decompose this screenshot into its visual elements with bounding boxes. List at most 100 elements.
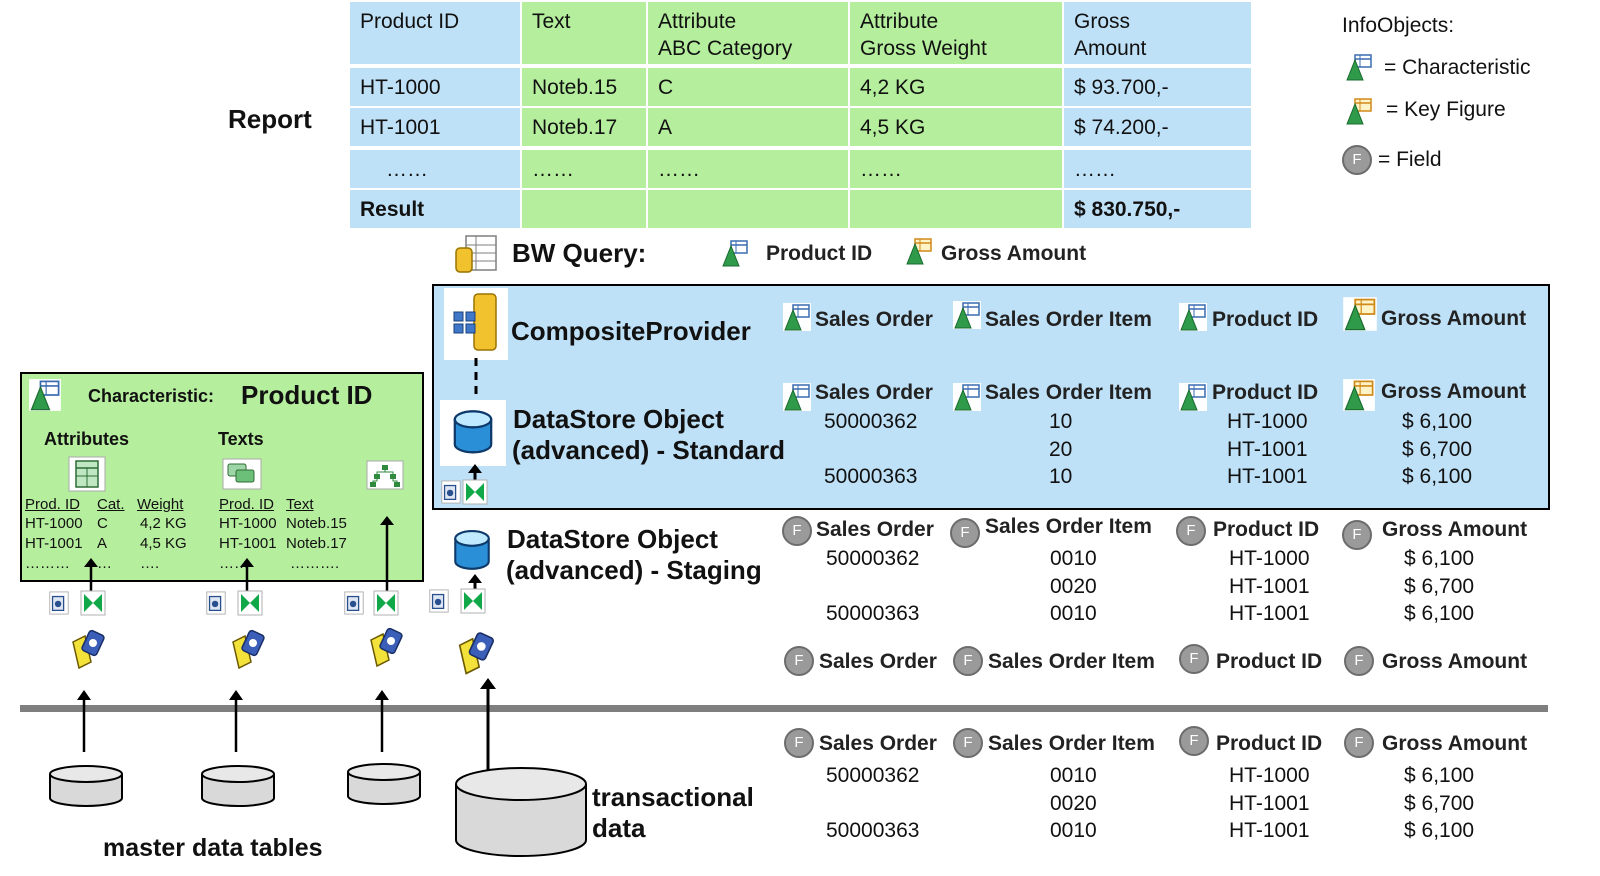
field-icon: F xyxy=(782,516,812,546)
arrow-up xyxy=(84,558,98,592)
field-icon: F xyxy=(1179,644,1209,674)
dso-staging-label-2: (advanced) - Staging xyxy=(506,555,762,585)
report-cell: $ 93.700,- xyxy=(1064,68,1251,106)
attr-header: Cat. xyxy=(97,496,125,513)
dtp-icon xyxy=(440,480,462,504)
datasource-icon xyxy=(452,628,502,680)
characteristic-icon xyxy=(1178,302,1208,332)
characteristic-icon xyxy=(28,378,62,412)
dso-staging-cell: 0020 xyxy=(1050,575,1097,598)
dso-staging-icon xyxy=(454,530,490,570)
transformation-icon xyxy=(460,588,486,614)
dso-staging-cell: HT-1001 xyxy=(1229,575,1310,598)
legend-title: InfoObjects: xyxy=(1342,14,1455,37)
attr-cell: 4,5 KG xyxy=(140,535,187,552)
report-cell: Noteb.15 xyxy=(522,68,646,106)
key-figure-icon xyxy=(1342,296,1378,332)
key-figure-icon xyxy=(1342,378,1376,412)
query-icon xyxy=(455,235,497,273)
composite-label: CompositeProvider xyxy=(511,316,751,346)
source-field: Sales Order xyxy=(819,650,937,673)
dso-standard-label-1: DataStore Object xyxy=(513,404,724,434)
text-header: Text xyxy=(286,496,314,513)
report-cell xyxy=(850,190,1062,228)
text-cell: ………. xyxy=(290,555,340,572)
dso-staging-label-1: DataStore Object xyxy=(507,524,718,554)
characteristic-icon xyxy=(782,382,812,412)
report-cell: HT-1000 xyxy=(350,68,520,106)
dso-standard-cell: 50000362 xyxy=(824,410,918,433)
characteristic-name: Product ID xyxy=(241,380,373,410)
dso-standard-field: Gross Amount xyxy=(1381,380,1527,403)
attr-header: Weight xyxy=(137,496,184,513)
transactional-cell: 0010 xyxy=(1050,764,1097,787)
text-cell: Noteb.17 xyxy=(286,535,347,552)
report-cell: 4,2 KG xyxy=(850,68,1062,106)
texts-label: Texts xyxy=(218,429,264,449)
characteristic-icon xyxy=(720,238,750,268)
attr-header: Prod. ID xyxy=(25,496,81,513)
transactional-cell: 50000363 xyxy=(826,819,920,842)
legend-field: = Field xyxy=(1378,148,1442,171)
field-icon: F xyxy=(1342,145,1372,175)
transactional-cell: HT-1000 xyxy=(1229,764,1310,787)
transactional-cell: HT-1001 xyxy=(1229,792,1310,815)
dtp-icon xyxy=(48,591,70,615)
report-header-amount: Gross Amount xyxy=(1064,2,1251,64)
report-cell xyxy=(648,190,848,228)
text-cell: HT-1000 xyxy=(219,515,277,532)
report-result-label: Result xyxy=(350,190,520,228)
field-icon: F xyxy=(784,728,814,758)
report-cell: …… xyxy=(350,150,520,188)
transactional-cell: $ 6,100 xyxy=(1404,764,1475,787)
transformation-icon xyxy=(237,590,263,616)
source-field: Product ID xyxy=(1216,650,1323,673)
composite-field: Product ID xyxy=(1212,308,1319,331)
report-cell: …… xyxy=(648,150,848,188)
hierarchy-icon xyxy=(366,460,404,490)
datasource-icon xyxy=(226,626,272,674)
report-cell: …… xyxy=(850,150,1062,188)
key-figure-icon xyxy=(1344,96,1374,126)
arrow-up xyxy=(480,678,496,770)
text-cell: HT-1001 xyxy=(219,535,277,552)
source-field: Sales Order Item xyxy=(988,650,1155,673)
transactional-cell: HT-1001 xyxy=(1229,819,1310,842)
texts-icon xyxy=(222,458,262,490)
transactional-field: Product ID xyxy=(1216,732,1323,755)
dso-standard-cell: HT-1001 xyxy=(1227,465,1308,488)
field-icon: F xyxy=(1342,520,1372,550)
report-cell: …… xyxy=(1064,150,1251,188)
dso-staging-cell: 0010 xyxy=(1050,547,1097,570)
dso-standard-cell: $ 6,100 xyxy=(1402,465,1473,488)
report-header-text: Text xyxy=(522,2,646,64)
dso-standard-field: Product ID xyxy=(1212,381,1319,404)
report-label: Report xyxy=(228,104,312,134)
dso-standard-cell: 10 xyxy=(1049,465,1073,488)
master-data-table-icon xyxy=(347,763,421,805)
report-header-weight: Attribute Gross Weight xyxy=(850,2,1062,64)
source-field: Gross Amount xyxy=(1382,650,1528,673)
arrow-up xyxy=(77,690,91,752)
transformation-icon xyxy=(80,590,106,616)
dso-standard-label-2: (advanced) - Standard xyxy=(512,435,786,465)
transactional-field: Sales Order xyxy=(819,732,937,755)
arrow-up xyxy=(380,516,394,592)
legend-key-figure: = Key Figure xyxy=(1386,98,1506,121)
dso-staging-cell: HT-1000 xyxy=(1229,547,1310,570)
attr-cell: …. xyxy=(140,555,160,572)
arrow-up xyxy=(229,690,243,752)
dso-standard-cell: 20 xyxy=(1049,438,1073,461)
report-cell: C xyxy=(648,68,848,106)
dso-standard-cell: HT-1000 xyxy=(1227,410,1308,433)
datasource-icon xyxy=(66,626,112,674)
dso-standard-cell: HT-1001 xyxy=(1227,438,1308,461)
transactional-field: Gross Amount xyxy=(1382,732,1528,755)
attr-cell: … xyxy=(97,555,112,572)
attr-cell: HT-1000 xyxy=(25,515,83,532)
dso-standard-cell: $ 6,700 xyxy=(1402,438,1473,461)
query-field: Product ID xyxy=(766,242,873,265)
characteristic-icon xyxy=(952,382,982,412)
transactional-label-1: transactional xyxy=(592,782,754,812)
characteristic-icon xyxy=(782,302,812,332)
